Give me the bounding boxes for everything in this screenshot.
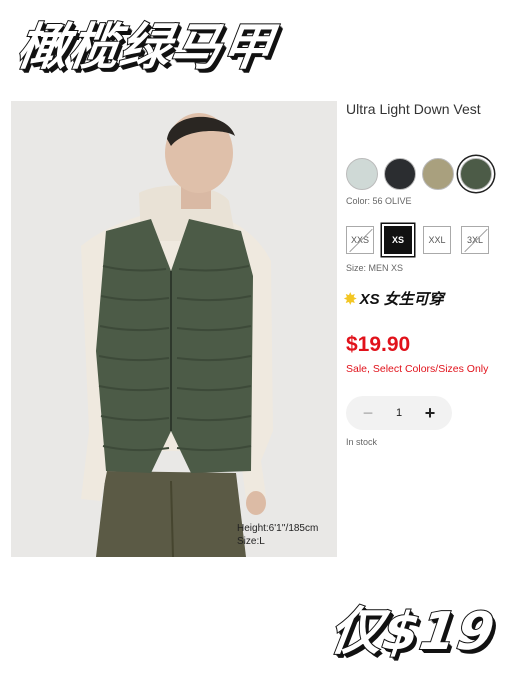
swatch-light-mint[interactable] [346,158,378,190]
product-title: Ultra Light Down Vest [346,101,481,117]
price-sticker: 仅$19 [325,601,500,663]
size-label: Size: MEN XS [346,263,404,273]
size-option-xxl[interactable]: XXL [423,226,451,254]
headline-sticker: 橄榄绿马甲 [13,17,278,77]
size-option-xxs[interactable]: XXS [346,226,374,254]
minus-icon[interactable]: − [360,403,376,424]
price: $19.90 [346,333,411,356]
size-option-3xl[interactable]: 3XL [461,226,489,254]
model-size: Size:L [237,536,265,547]
color-swatches [346,158,512,192]
plus-icon[interactable]: + [422,403,438,424]
stock-status: In stock [346,437,378,447]
model-info: Height:6'1''/185cm Size:L [237,522,318,548]
promo-note: ✸ XS 女生可穿 [344,288,444,309]
sale-note: Sale, Select Colors/Sizes Only [346,363,489,375]
quantity-stepper: − 1 + [346,396,452,430]
color-label: Color: 56 OLIVE [346,196,412,206]
swatch-black[interactable] [384,158,416,190]
promo-text: XS 女生可穿 [359,291,444,308]
swatch-beige[interactable] [422,158,454,190]
model-height: Height:6'1''/185cm [237,523,319,534]
product-photo: Height:6'1''/185cm Size:L [11,101,337,557]
model-illustration [11,101,337,557]
size-option-xs[interactable]: XS [384,226,412,254]
quantity-value: 1 [395,407,403,419]
sparkle-icon: ✸ [344,291,357,308]
swatch-olive[interactable] [460,158,492,190]
